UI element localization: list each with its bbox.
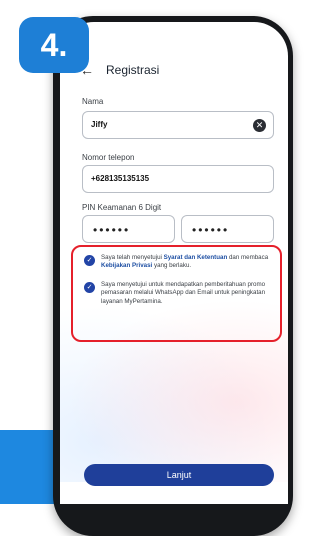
phone-value: +628135135135 bbox=[91, 174, 150, 183]
step-badge: 4. bbox=[19, 17, 89, 73]
name-label: Nama bbox=[82, 97, 104, 106]
name-field[interactable]: Jiffy ✕ bbox=[82, 111, 274, 139]
pin-confirm-field[interactable]: •••••• bbox=[181, 215, 274, 243]
phone-label: Nomor telepon bbox=[82, 153, 135, 162]
consent-highlight bbox=[71, 245, 282, 342]
pin-field[interactable]: •••••• bbox=[82, 215, 175, 243]
screen-header: ← Registrasi bbox=[80, 62, 159, 78]
page-title: Registrasi bbox=[106, 63, 160, 77]
submit-button[interactable]: Lanjut bbox=[84, 464, 274, 486]
phone-field[interactable]: +628135135135 bbox=[82, 165, 274, 193]
clear-circle-icon[interactable]: ✕ bbox=[253, 119, 266, 132]
pin-label: PIN Keamanan 6 Digit bbox=[82, 203, 162, 212]
name-value: Jiffy bbox=[91, 120, 108, 129]
